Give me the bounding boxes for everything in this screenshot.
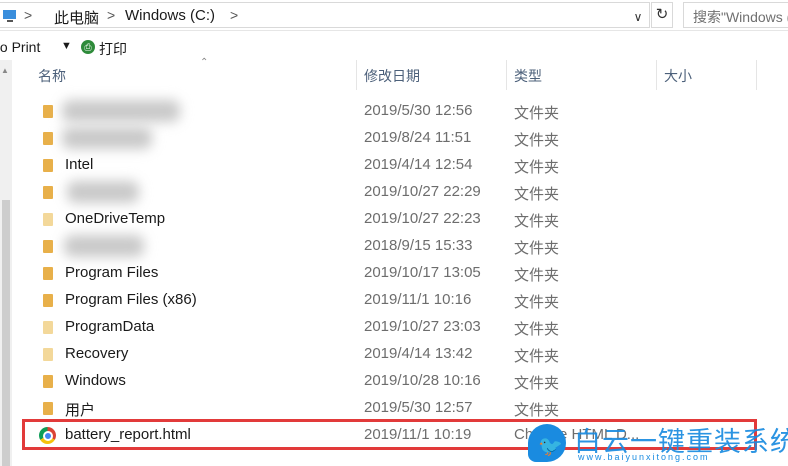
file-date: 2019/10/28 10:16 <box>364 372 481 389</box>
scroll-up-icon[interactable]: ▲ <box>1 66 9 75</box>
toolbar: to Print ▼ ⎙ 打印 <box>0 34 788 60</box>
file-type: 文件夹 <box>514 240 560 257</box>
search-input[interactable]: 搜索"Windows (C:)" <box>683 2 788 28</box>
file-type: 文件夹 <box>514 159 560 176</box>
breadcrumb-separator: > <box>24 7 33 23</box>
breadcrumb-drive-c[interactable]: Windows (C:) <box>125 7 215 24</box>
column-divider[interactable] <box>506 60 507 90</box>
file-name: Intel <box>65 156 94 173</box>
column-type[interactable]: 类型 <box>514 66 542 86</box>
file-date: 2019/10/17 13:05 <box>364 264 481 281</box>
list-item[interactable]: Program Files 2019/10/17 13:05 文件夹 <box>12 260 788 287</box>
file-date: 2019/11/1 10:16 <box>364 291 472 308</box>
list-item[interactable]: 2019/5/30 12:56 文件夹 <box>12 98 788 125</box>
folder-icon <box>43 186 53 199</box>
folder-icon <box>43 375 53 388</box>
folder-icon <box>43 348 53 361</box>
bird-logo-icon: 🐦 <box>528 424 566 462</box>
search-placeholder: 搜索"Windows (C:)" <box>693 9 788 25</box>
address-bar: > 此电脑 > Windows (C:) > ∨ ↻ 搜索"Windows (C… <box>0 0 788 31</box>
navigation-pane-scrollbar[interactable]: ▲ <box>0 60 12 466</box>
file-date: 2019/4/14 12:54 <box>364 156 473 173</box>
file-type: 文件夹 <box>514 186 560 203</box>
file-type: 文件夹 <box>514 213 560 230</box>
file-type: 文件夹 <box>514 132 560 149</box>
column-date[interactable]: 修改日期 <box>364 66 420 86</box>
folder-icon <box>43 267 53 280</box>
file-date: 2019/10/27 22:23 <box>364 210 481 227</box>
print-dropdown-icon[interactable]: ▼ <box>61 40 72 52</box>
folder-icon <box>43 213 53 226</box>
file-name: OneDriveTemp <box>65 210 166 227</box>
breadcrumb-separator: > <box>107 7 116 23</box>
file-type: 文件夹 <box>514 267 560 284</box>
file-date: 2019/5/30 12:57 <box>364 399 473 416</box>
list-item[interactable]: 2019/8/24 11:51 文件夹 <box>12 125 788 152</box>
file-type: 文件夹 <box>514 375 560 392</box>
address-box[interactable]: > 此电脑 > Windows (C:) > ∨ <box>0 2 650 28</box>
folder-icon <box>43 321 53 334</box>
list-item[interactable]: Recovery 2019/4/14 13:42 文件夹 <box>12 341 788 368</box>
sort-ascending-icon: ⌃ <box>200 57 209 68</box>
redacted-name <box>67 181 139 203</box>
list-item[interactable]: Intel 2019/4/14 12:54 文件夹 <box>12 152 788 179</box>
file-date: 2019/4/14 13:42 <box>364 345 473 362</box>
column-divider[interactable] <box>756 60 757 90</box>
file-type: 文件夹 <box>514 294 560 311</box>
breadcrumb-separator: > <box>230 7 239 23</box>
print-icon[interactable]: ⎙ <box>81 40 95 54</box>
folder-icon <box>43 159 53 172</box>
file-date: 2019/10/27 23:03 <box>364 318 481 335</box>
file-date: 2018/9/15 15:33 <box>364 237 473 254</box>
file-date: 2019/5/30 12:56 <box>364 102 473 119</box>
file-type: 文件夹 <box>514 105 560 122</box>
watermark-url: www.baiyunxitong.com <box>578 452 710 462</box>
column-divider[interactable] <box>356 60 357 90</box>
list-item[interactable]: Program Files (x86) 2019/11/1 10:16 文件夹 <box>12 287 788 314</box>
list-item[interactable]: Windows 2019/10/28 10:16 文件夹 <box>12 368 788 395</box>
list-item[interactable]: 2018/9/15 15:33 文件夹 <box>12 233 788 260</box>
computer-icon <box>3 10 16 22</box>
address-dropdown-button[interactable]: ∨ <box>628 6 648 28</box>
column-name[interactable]: 名称 <box>38 66 66 86</box>
file-name: Recovery <box>65 345 129 362</box>
scrollbar-thumb[interactable] <box>2 200 10 466</box>
file-date: 2019/10/27 22:29 <box>364 183 481 200</box>
list-item[interactable]: 2019/10/27 22:29 文件夹 <box>12 179 788 206</box>
file-name: 用户 <box>65 402 96 419</box>
file-type: 文件夹 <box>514 348 560 365</box>
folder-icon <box>43 294 53 307</box>
folder-icon <box>43 105 53 118</box>
file-type: 文件夹 <box>514 402 560 419</box>
watermark-logo: 🐦 白云一键重装系统 www.baiyunxitong.com <box>524 418 788 466</box>
redacted-name <box>62 100 180 122</box>
redacted-name <box>62 127 152 149</box>
list-item[interactable]: ProgramData 2019/10/27 23:03 文件夹 <box>12 314 788 341</box>
folder-icon <box>43 132 53 145</box>
file-date: 2019/8/24 11:51 <box>364 129 472 146</box>
file-name: ProgramData <box>65 318 155 335</box>
file-name: Program Files <box>65 264 159 281</box>
file-type: 文件夹 <box>514 321 560 338</box>
folder-icon <box>43 240 53 253</box>
list-item[interactable]: OneDriveTemp 2019/10/27 22:23 文件夹 <box>12 206 788 233</box>
print-button[interactable]: 打印 <box>99 39 127 59</box>
breadcrumb-this-pc[interactable]: 此电脑 <box>54 7 99 28</box>
file-name: Windows <box>65 372 126 389</box>
redacted-name <box>64 235 144 257</box>
column-header: ⌃ 名称 修改日期 类型 大小 <box>12 57 788 90</box>
file-name: Program Files (x86) <box>65 291 197 308</box>
column-divider[interactable] <box>656 60 657 90</box>
refresh-button[interactable]: ↻ <box>651 2 673 28</box>
print-menu-label[interactable]: to Print <box>0 39 40 55</box>
column-size[interactable]: 大小 <box>664 66 692 86</box>
folder-icon <box>43 402 53 415</box>
